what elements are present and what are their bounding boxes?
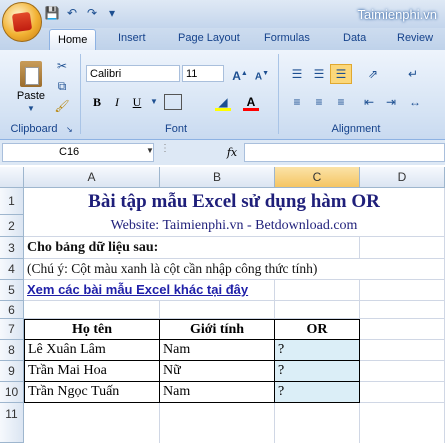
row-header[interactable]: 7 [0, 319, 24, 340]
row-header[interactable]: 9 [0, 361, 24, 382]
formula-input-cell[interactable]: ? [274, 381, 360, 403]
chevron-down-icon: ▼ [27, 104, 35, 113]
copy-icon[interactable]: ⧉ [52, 76, 72, 96]
tab-review[interactable]: Review [397, 32, 433, 44]
align-center-icon[interactable]: ≡ [308, 92, 330, 112]
intro-text[interactable]: Cho bảng dữ liệu sau: [27, 237, 357, 258]
row-header[interactable]: 6 [0, 301, 24, 319]
tab-data[interactable]: Data [343, 32, 366, 44]
align-bottom-icon[interactable]: ☰ [330, 64, 352, 84]
column-header-d[interactable]: D [360, 167, 445, 188]
clipboard-group-label: Clipboard [10, 123, 58, 135]
align-top-icon[interactable]: ☰ [286, 64, 308, 84]
table-header-gender[interactable]: Giới tính [159, 319, 275, 340]
font-name-select[interactable]: Calibri [86, 65, 180, 82]
paste-button[interactable]: Paste ▼ [10, 58, 52, 116]
fill-color-icon[interactable]: ◢ [212, 92, 234, 112]
decrease-indent-icon[interactable]: ⇤ [358, 92, 380, 112]
office-logo-icon [11, 11, 33, 33]
chevron-down-icon[interactable]: ▼ [146, 146, 154, 155]
ribbon-tabs: Home Insert Page Layout Formulas Data Re… [0, 28, 445, 51]
table-cell[interactable]: Trần Mai Hoa [24, 360, 160, 382]
grow-font-icon[interactable]: A▲ [229, 64, 251, 84]
wrap-text-icon[interactable]: ↵ [402, 64, 424, 84]
font-size-select[interactable]: 11 [182, 65, 224, 82]
tab-insert[interactable]: Insert [118, 32, 146, 44]
column-header-c[interactable]: C [275, 167, 360, 188]
table-cell[interactable]: Trần Ngọc Tuấn [24, 381, 160, 403]
tab-page-layout[interactable]: Page Layout [178, 32, 240, 44]
formula-input-cell[interactable]: ? [274, 339, 360, 361]
formula-input-cell[interactable]: ? [274, 360, 360, 382]
format-painter-icon[interactable]: 🖌 [52, 96, 72, 116]
save-icon[interactable]: 💾 [44, 5, 60, 21]
orientation-icon[interactable]: ⇗ [358, 64, 388, 84]
underline-button[interactable]: U [128, 92, 146, 112]
table-cell[interactable]: Nam [159, 339, 275, 361]
table-cell[interactable]: Lê Xuân Lâm [24, 339, 160, 361]
align-middle-icon[interactable]: ☰ [308, 64, 330, 84]
title-bar: 💾 ↶ ↷ ▾ Taimienphi.vn [0, 0, 445, 28]
alignment-group-label: Alignment [331, 123, 381, 135]
column-header-b[interactable]: B [160, 167, 275, 188]
cut-icon[interactable]: ✂ [52, 56, 72, 76]
font-group-label: Font [164, 123, 187, 135]
row-header[interactable]: 3 [0, 237, 24, 259]
row-header[interactable]: 8 [0, 340, 24, 361]
examples-link[interactable]: Xem các bài mẫu Excel khác tại đây [27, 280, 267, 300]
font-color-icon[interactable]: A [240, 92, 262, 112]
row-header[interactable]: 1 [0, 188, 24, 215]
row-header[interactable]: 2 [0, 215, 24, 237]
customize-qat-icon[interactable]: ▾ [104, 5, 120, 21]
row-header[interactable]: 10 [0, 382, 24, 403]
sheet-title[interactable]: Bài tập mẫu Excel sử dụng hàm OR [24, 188, 444, 215]
align-right-icon[interactable]: ≡ [330, 92, 352, 112]
redo-icon[interactable]: ↷ [84, 5, 100, 21]
paste-label: Paste [16, 90, 46, 102]
tab-home[interactable]: Home [49, 29, 97, 51]
office-button[interactable] [2, 2, 42, 42]
formula-bar: C16 ▼ ⋮ fx [0, 140, 445, 165]
column-header-a[interactable]: A [24, 167, 160, 188]
table-cell[interactable]: Nữ [159, 360, 275, 382]
chevron-down-icon[interactable]: ▼ [148, 92, 160, 112]
undo-icon[interactable]: ↶ [64, 5, 80, 21]
row-header[interactable]: 5 [0, 280, 24, 301]
merge-center-icon[interactable]: ↔ [404, 92, 426, 112]
website-line[interactable]: Website: Taimienphi.vn - Betdownload.com [24, 215, 444, 236]
group-divider [278, 54, 279, 134]
borders-icon[interactable] [164, 94, 182, 110]
clipboard-icon [20, 61, 42, 87]
italic-button[interactable]: I [108, 92, 126, 112]
quick-access-toolbar: 💾 ↶ ↷ ▾ [44, 5, 120, 21]
row-header[interactable]: 11 [0, 403, 24, 443]
group-divider [80, 54, 81, 134]
ribbon: Paste ▼ ✂ ⧉ 🖌 Clipboard ↘ Calibri 11 A▲ … [0, 50, 445, 140]
tab-formulas[interactable]: Formulas [264, 32, 310, 44]
table-header-name[interactable]: Họ tên [24, 319, 160, 340]
bold-button[interactable]: B [88, 92, 106, 112]
table-header-or[interactable]: OR [274, 319, 360, 340]
row-header[interactable]: 4 [0, 259, 24, 280]
select-all-corner[interactable] [0, 167, 24, 188]
insert-function-button[interactable]: fx [222, 143, 242, 162]
brand-logo-text: Taimienphi.vn [357, 7, 438, 22]
table-cell[interactable]: Nam [159, 381, 275, 403]
worksheet-grid[interactable]: A B C D 1 2 3 4 5 6 7 8 9 10 11 Bài tập … [0, 167, 445, 443]
shrink-font-icon[interactable]: A▼ [251, 64, 273, 84]
clipboard-launcher-icon[interactable]: ↘ [66, 125, 73, 134]
name-box[interactable]: C16 [2, 143, 154, 162]
resize-handle-icon[interactable]: ⋮ [160, 143, 170, 154]
gridline [24, 300, 445, 301]
align-left-icon[interactable]: ≡ [286, 92, 308, 112]
note-text[interactable]: (Chú ý: Cột màu xanh là cột cần nhập côn… [27, 259, 442, 279]
increase-indent-icon[interactable]: ⇥ [380, 92, 402, 112]
formula-input[interactable] [244, 143, 445, 162]
